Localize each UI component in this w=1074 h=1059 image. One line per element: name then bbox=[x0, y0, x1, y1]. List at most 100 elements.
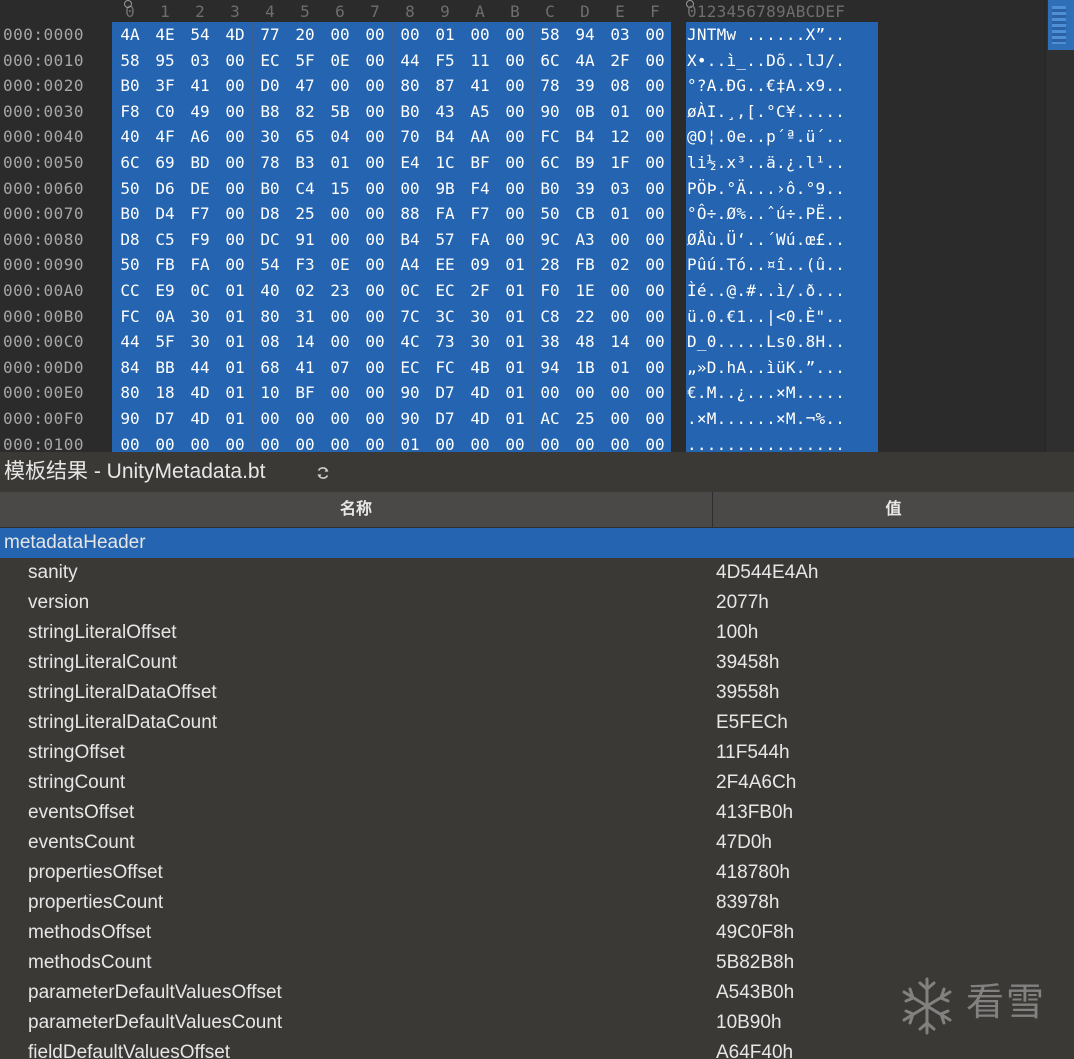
hex-byte[interactable]: 44 bbox=[182, 357, 218, 379]
hex-byte[interactable]: 01 bbox=[497, 357, 533, 379]
hex-byte[interactable]: 15 bbox=[322, 178, 358, 200]
hex-byte[interactable]: 94 bbox=[532, 357, 568, 379]
hex-byte[interactable]: 0C bbox=[182, 280, 218, 302]
tree-row-sanity[interactable]: sanity 4D544E4Ah bbox=[0, 558, 1074, 588]
hex-byte[interactable]: 40 bbox=[252, 280, 288, 302]
ascii-text[interactable]: „»D.hA..ìüK.”... bbox=[687, 357, 878, 379]
hex-byte[interactable]: 00 bbox=[392, 178, 428, 200]
hex-byte[interactable]: FB bbox=[567, 254, 603, 276]
hex-byte[interactable]: 41 bbox=[462, 75, 498, 97]
hex-byte[interactable]: D7 bbox=[427, 408, 463, 430]
hex-byte[interactable]: 01 bbox=[602, 101, 638, 123]
hex-byte[interactable]: 80 bbox=[392, 75, 428, 97]
hex-byte[interactable]: 12 bbox=[602, 126, 638, 148]
hex-byte[interactable]: 00 bbox=[357, 126, 393, 148]
hex-byte[interactable]: C0 bbox=[147, 101, 183, 123]
ascii-text[interactable]: ØÅù.Ü‘..´Wú.œ£.. bbox=[687, 229, 878, 251]
hex-byte[interactable]: 1F bbox=[602, 152, 638, 174]
hex-byte[interactable]: 00 bbox=[637, 152, 673, 174]
hex-byte[interactable]: 11 bbox=[462, 50, 498, 72]
hex-byte[interactable]: 4D bbox=[462, 382, 498, 404]
hex-byte[interactable]: 10 bbox=[252, 382, 288, 404]
hex-row[interactable]: 000:0100 00 00 00 00 00 00 00 00 01 00 00 00 00 00 00 00… bbox=[0, 432, 1045, 453]
hex-byte[interactable]: F7 bbox=[462, 203, 498, 225]
hex-byte[interactable]: 01 bbox=[427, 24, 463, 46]
hex-byte[interactable]: 65 bbox=[287, 126, 323, 148]
hex-byte[interactable]: B3 bbox=[287, 152, 323, 174]
hex-byte[interactable]: 4E bbox=[147, 24, 183, 46]
hex-byte[interactable]: 20 bbox=[287, 24, 323, 46]
hex-byte[interactable]: 0B bbox=[567, 101, 603, 123]
hex-byte[interactable]: 00 bbox=[637, 178, 673, 200]
hex-byte[interactable]: 00 bbox=[217, 229, 253, 251]
hex-byte[interactable]: 00 bbox=[217, 75, 253, 97]
hex-byte[interactable]: 44 bbox=[112, 331, 148, 353]
hex-byte[interactable]: A6 bbox=[182, 126, 218, 148]
hex-byte[interactable]: 00 bbox=[637, 280, 673, 302]
hex-byte[interactable]: 94 bbox=[567, 24, 603, 46]
hex-rows[interactable]: 000:0000 4A 4E 54 4D 77 20 00 00 00 01 00 00 58 94 03 00… bbox=[0, 22, 1045, 452]
hex-byte[interactable]: FC bbox=[427, 357, 463, 379]
ascii-text[interactable]: D_0.....Ls0.8H.. bbox=[687, 331, 878, 353]
hex-byte[interactable]: 00 bbox=[532, 434, 568, 453]
hex-scrollbar-thumb[interactable] bbox=[1048, 0, 1074, 50]
hex-byte[interactable]: 49 bbox=[182, 101, 218, 123]
hex-byte[interactable]: 03 bbox=[602, 178, 638, 200]
hex-byte[interactable]: B0 bbox=[112, 75, 148, 97]
hex-byte[interactable]: 48 bbox=[567, 331, 603, 353]
hex-byte[interactable]: 4C bbox=[392, 331, 428, 353]
hex-byte[interactable]: 00 bbox=[217, 50, 253, 72]
hex-row[interactable]: 000:0090 50 FB FA 00 54 F3 0E 00 A4 EE 09 01 28 FB 02 00… bbox=[0, 252, 1045, 278]
tree-row-stringCount[interactable]: stringCount 2F4A6Ch bbox=[0, 768, 1074, 798]
hex-byte[interactable]: 1B bbox=[567, 357, 603, 379]
hex-byte[interactable]: B8 bbox=[252, 101, 288, 123]
hex-byte[interactable]: 01 bbox=[217, 331, 253, 353]
hex-byte[interactable]: 01 bbox=[497, 254, 533, 276]
hex-byte[interactable]: 6C bbox=[532, 152, 568, 174]
hex-byte[interactable]: 01 bbox=[217, 357, 253, 379]
tree-row-propertiesOffset[interactable]: propertiesOffset 418780h bbox=[0, 858, 1074, 888]
hex-byte[interactable]: 00 bbox=[637, 408, 673, 430]
hex-row[interactable]: 000:0020 B0 3F 41 00 D0 47 00 00 80 87 41 00 78 39 08 00… bbox=[0, 73, 1045, 99]
hex-byte[interactable]: 39 bbox=[567, 178, 603, 200]
hex-byte[interactable]: 4D bbox=[182, 408, 218, 430]
tree-row-stringLiteralOffset[interactable]: stringLiteralOffset 100h bbox=[0, 618, 1074, 648]
hex-byte[interactable]: F8 bbox=[112, 101, 148, 123]
hex-byte[interactable]: 00 bbox=[497, 229, 533, 251]
hex-byte[interactable]: D7 bbox=[427, 382, 463, 404]
hex-byte[interactable]: B4 bbox=[392, 229, 428, 251]
hex-byte[interactable]: B0 bbox=[252, 178, 288, 200]
hex-byte[interactable]: 25 bbox=[567, 408, 603, 430]
hex-byte[interactable]: 30 bbox=[252, 126, 288, 148]
hex-byte[interactable]: 01 bbox=[497, 280, 533, 302]
hex-byte[interactable]: 95 bbox=[147, 50, 183, 72]
hex-byte[interactable]: BD bbox=[182, 152, 218, 174]
tree-row-methodsOffset[interactable]: methodsOffset 49C0F8h bbox=[0, 918, 1074, 948]
hex-byte[interactable]: 00 bbox=[357, 152, 393, 174]
hex-byte[interactable]: 50 bbox=[112, 254, 148, 276]
hex-byte[interactable]: 5F bbox=[147, 331, 183, 353]
hex-byte[interactable]: FC bbox=[112, 306, 148, 328]
hex-row[interactable]: 000:00B0 FC 0A 30 01 80 31 00 00 7C 3C 30 01 C8 22 00 00… bbox=[0, 304, 1045, 330]
hex-byte[interactable]: F7 bbox=[182, 203, 218, 225]
hex-row[interactable]: 000:00C0 44 5F 30 01 08 14 00 00 4C 73 30 01 38 48 14 00… bbox=[0, 329, 1045, 355]
hex-byte[interactable]: 80 bbox=[252, 306, 288, 328]
hex-byte[interactable]: 00 bbox=[567, 434, 603, 453]
hex-byte[interactable]: 00 bbox=[637, 203, 673, 225]
hex-byte[interactable]: 00 bbox=[217, 152, 253, 174]
hex-byte[interactable]: F4 bbox=[462, 178, 498, 200]
ascii-text[interactable]: ü.0.€1..|<0.È".. bbox=[687, 306, 878, 328]
hex-byte[interactable]: 14 bbox=[287, 331, 323, 353]
hex-byte[interactable]: FB bbox=[147, 254, 183, 276]
ascii-text[interactable]: X•..ì_..Dõ..lJ/. bbox=[687, 50, 878, 72]
hex-byte[interactable]: C4 bbox=[287, 178, 323, 200]
hex-byte[interactable]: BF bbox=[462, 152, 498, 174]
hex-byte[interactable]: A3 bbox=[567, 229, 603, 251]
hex-byte[interactable]: 09 bbox=[462, 254, 498, 276]
ascii-text[interactable]: JNTMw ......X”.. bbox=[687, 24, 878, 46]
ascii-text[interactable]: Pûú.Tó..¤î..(û.. bbox=[687, 254, 878, 276]
hex-byte[interactable]: 08 bbox=[252, 331, 288, 353]
hex-byte[interactable]: D8 bbox=[112, 229, 148, 251]
hex-byte[interactable]: 00 bbox=[602, 382, 638, 404]
value-column-header[interactable]: 值 bbox=[713, 492, 1074, 527]
